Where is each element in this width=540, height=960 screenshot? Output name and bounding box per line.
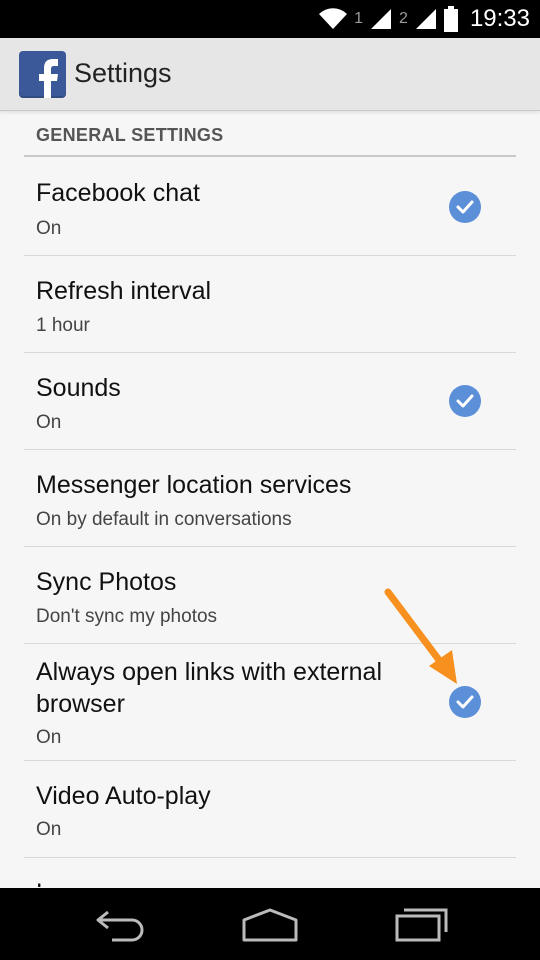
navigation-bar — [0, 888, 540, 960]
setting-external-browser[interactable]: Always open links with external browser … — [0, 644, 540, 760]
setting-subtitle: On — [36, 412, 62, 433]
status-time: 19:33 — [469, 5, 530, 32]
signal-icon — [415, 9, 436, 29]
facebook-icon[interactable] — [19, 51, 66, 98]
setting-messenger-location[interactable]: Messenger location services On by defaul… — [0, 450, 540, 546]
setting-title: Refresh interval — [36, 277, 212, 305]
setting-title: Messenger location services — [36, 471, 352, 499]
setting-title: Language — [36, 877, 147, 887]
checkbox-checked-icon[interactable] — [449, 686, 481, 718]
setting-video-autoplay[interactable]: Video Auto-play On — [0, 761, 540, 857]
setting-subtitle: On — [36, 218, 62, 239]
setting-title: Always open links with external browser — [36, 658, 382, 718]
setting-refresh-interval[interactable]: Refresh interval 1 hour — [0, 256, 540, 352]
checkbox-checked-icon[interactable] — [449, 191, 481, 223]
home-icon[interactable] — [241, 906, 299, 942]
setting-subtitle: On — [36, 819, 62, 840]
wifi-icon — [319, 8, 348, 30]
section-divider — [24, 155, 516, 157]
action-bar: Settings — [0, 38, 540, 111]
back-icon[interactable] — [92, 906, 148, 942]
setting-subtitle: On — [36, 727, 62, 748]
setting-subtitle: 1 hour — [36, 315, 90, 336]
setting-title: Facebook chat — [36, 179, 200, 207]
setting-title: Sounds — [36, 374, 121, 402]
battery-icon — [443, 6, 458, 32]
checkbox-checked-icon[interactable] — [449, 385, 481, 417]
signal-icon — [371, 9, 392, 29]
sim1-label: 1 — [354, 10, 364, 27]
setting-subtitle: On by default in conversations — [36, 509, 292, 530]
setting-facebook-chat[interactable]: Facebook chat On — [0, 158, 540, 254]
sim2-label: 2 — [399, 10, 408, 27]
status-bar: 1 2 19:33 — [0, 0, 540, 38]
setting-title: Sync Photos — [36, 568, 177, 596]
setting-language[interactable]: Language — [0, 858, 540, 887]
setting-subtitle: Don't sync my photos — [36, 606, 218, 627]
page-title: Settings — [74, 58, 172, 88]
setting-title: Video Auto-play — [36, 782, 211, 810]
setting-sounds[interactable]: Sounds On — [0, 353, 540, 449]
status-icons: 1 2 19:33 — [318, 0, 530, 38]
settings-list[interactable]: GENERAL SETTINGS Facebook chat On Refres… — [0, 111, 540, 887]
section-header: GENERAL SETTINGS — [36, 125, 224, 145]
recents-icon[interactable] — [394, 906, 450, 942]
setting-sync-photos[interactable]: Sync Photos Don't sync my photos — [0, 547, 540, 643]
